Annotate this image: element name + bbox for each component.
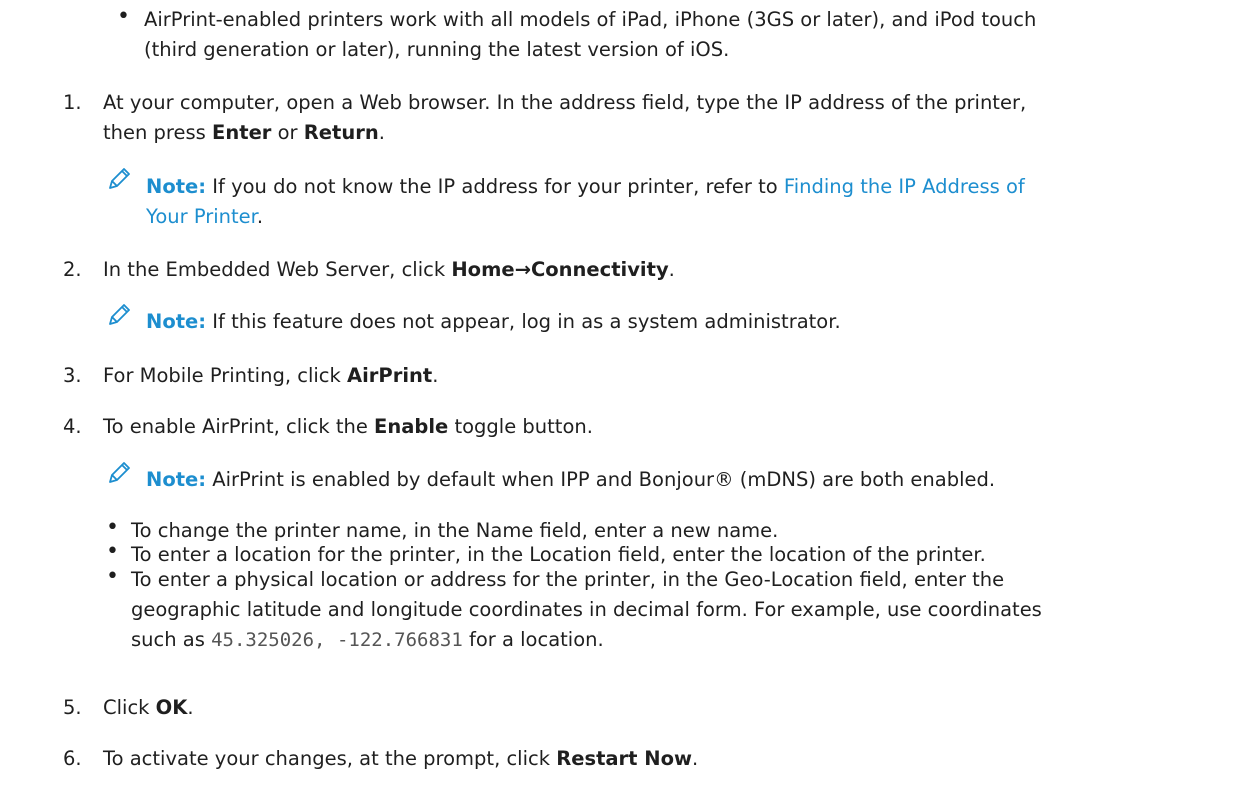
document-page: • AirPrint-enabled printers work with al… — [0, 0, 1257, 787]
bullet-dot: • — [106, 564, 119, 589]
note-label: Note: — [146, 468, 207, 491]
geo-coordinates-code: 45.325026, -122.766831 — [211, 629, 463, 651]
step-number: 5. — [63, 696, 82, 719]
note-1: Note: If you do not know the IP address … — [146, 175, 1025, 228]
sub-bullet-3: To enter a physical location or address … — [131, 568, 1042, 651]
bullet-dot: • — [117, 4, 130, 29]
step-number: 6. — [63, 747, 82, 770]
step-5-text: Click OK. — [103, 696, 194, 719]
step-number: 2. — [63, 258, 82, 281]
note-label: Note: — [146, 310, 207, 333]
step-3-text: For Mobile Printing, click AirPrint. — [103, 364, 439, 387]
note-2: Note: If this feature does not appear, l… — [146, 310, 841, 333]
pencil-icon — [109, 462, 130, 483]
pencil-icon — [109, 168, 130, 189]
step-6-text: To activate your changes, at the prompt,… — [103, 747, 699, 770]
bullet-dot: • — [106, 539, 119, 564]
step-number: 3. — [63, 364, 82, 387]
bullet-dot: • — [106, 515, 119, 540]
step-number: 4. — [63, 415, 82, 438]
step-2-text: In the Embedded Web Server, click Home→C… — [103, 258, 675, 281]
step-number: 1. — [63, 91, 82, 114]
note-3: Note: AirPrint is enabled by default whe… — [146, 468, 996, 491]
pencil-icon — [109, 304, 130, 325]
ip-address-link-cont[interactable]: Your Printer — [146, 205, 257, 228]
ip-address-link[interactable]: Finding the IP Address of — [784, 175, 1025, 198]
step-4-text: To enable AirPrint, click the Enable tog… — [103, 415, 593, 438]
step-1-text: At your computer, open a Web browser. In… — [103, 91, 1027, 144]
note-label: Note: — [146, 175, 207, 198]
top-bullet-text: AirPrint-enabled printers work with all … — [144, 8, 1037, 61]
